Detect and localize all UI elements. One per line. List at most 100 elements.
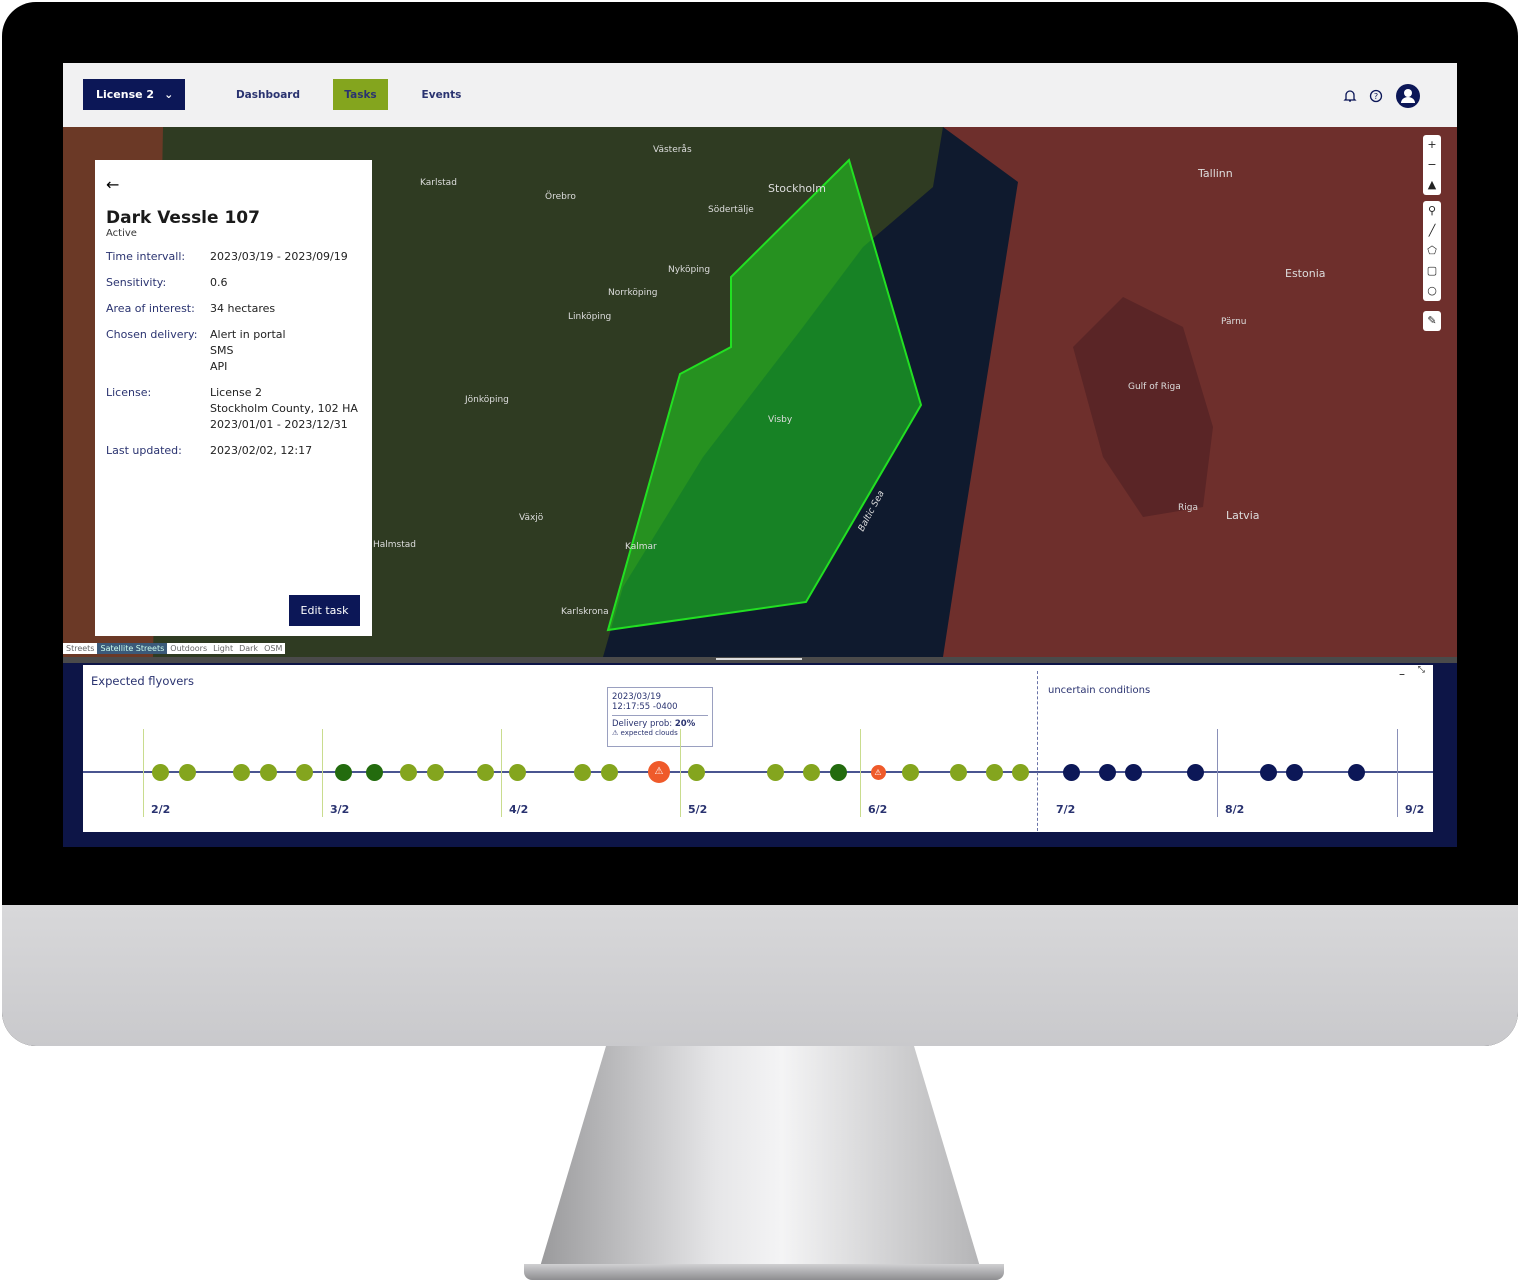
map-style-option[interactable]: Dark [236,643,261,654]
tooltip-time: 12:17:55 -0400 [612,702,678,712]
flyover-best[interactable] [334,764,352,781]
flyover-good[interactable] [232,764,250,781]
map-style-option[interactable]: OSM [261,643,285,654]
uncertain-conditions-label: uncertain conditions [1048,685,1151,696]
license-label: License 2 [96,88,155,101]
map-place-label: Nyköping [668,265,710,275]
flyover-good[interactable] [508,764,526,781]
zoom-controls: + − ▲ [1423,135,1441,195]
rectangle-icon[interactable]: ▢ [1427,261,1437,281]
flyover-uncertain[interactable] [1285,764,1303,781]
flyover-uncertain[interactable] [1347,764,1365,781]
flyover-good[interactable] [802,764,820,781]
detail-label: Last updated: [106,444,182,457]
detail-label: License: [106,386,152,399]
detail-row: Sensitivity: 0.6 [106,275,361,291]
line-icon[interactable]: ╱ [1429,221,1436,241]
monitor-base [524,1264,1004,1280]
timeline-tick-label: 2/2 [151,803,171,816]
flyover-good[interactable] [600,764,618,781]
nav-dashboard[interactable]: Dashboard [228,79,308,110]
marker-icon[interactable]: ⚲ [1428,201,1436,221]
timeline-tick-label: 9/2 [1405,803,1425,816]
flyover-warning[interactable]: ⚠ [870,764,886,780]
tooltip-warning: expected clouds [620,729,678,737]
warning-icon: ⚠ [654,766,664,777]
flyover-good[interactable] [151,764,169,781]
detail-value: 2023/03/19 - 2023/09/19 [210,249,348,265]
flyover-uncertain[interactable] [1098,764,1116,781]
map-place-label: Södertälje [708,205,754,215]
task-title: Dark Vessle 107 [106,208,260,228]
tooltip-prob: 20% [674,719,696,729]
detail-label: Sensitivity: [106,276,167,289]
avatar-icon[interactable] [1395,83,1421,109]
flyover-good[interactable] [1011,764,1029,781]
flyover-uncertain[interactable] [1124,764,1142,781]
bell-icon[interactable] [1343,89,1357,103]
flyover-good[interactable] [687,764,705,781]
zoom-in-icon[interactable]: + [1427,135,1436,155]
edit-icon[interactable]: ✎ [1427,311,1436,331]
flyover-good[interactable] [259,764,277,781]
expand-icon[interactable]: ⤡ [1418,665,1425,675]
timeline-tick-label: 8/2 [1225,803,1245,816]
back-arrow-icon[interactable]: ← [106,175,361,194]
flyover-good[interactable] [295,764,313,781]
flyover-good[interactable] [178,764,196,781]
nav-events[interactable]: Events [413,79,470,110]
flyover-uncertain[interactable] [1186,764,1204,781]
map-place-label: Riga [1178,503,1198,513]
flyover-good[interactable] [766,764,784,781]
flyover-good[interactable] [399,764,417,781]
map-place-label: Karlstad [420,178,457,188]
license-dropdown[interactable]: License 2 ⌄ [83,79,185,110]
top-nav: License 2 ⌄ Dashboard Tasks Events ? [63,63,1457,127]
map-style-option[interactable]: Streets [63,643,97,654]
timeline-tick-label: 3/2 [330,803,350,816]
detail-row: Last updated: 2023/02/02, 12:17 [106,443,361,459]
minimize-icon[interactable]: – [1399,667,1405,681]
detail-value-line: License 2 [210,386,262,399]
draw-tools: ⚲ ╱ ⬠ ▢ ○ [1423,201,1441,301]
flyover-best[interactable] [365,764,383,781]
timeline-title: Expected flyovers [91,674,194,688]
map-place-label: Linköping [568,312,611,322]
flyover-uncertain[interactable] [1259,764,1277,781]
map-place-label: Estonia [1285,267,1326,280]
circle-icon[interactable]: ○ [1427,281,1437,301]
map-style-option[interactable]: Outdoors [167,643,210,654]
flyover-good[interactable] [985,764,1003,781]
monitor-stand [540,1046,980,1267]
map-place-label: Latvia [1226,509,1260,522]
map-style-option[interactable]: Satellite Streets [97,643,168,654]
flyover-good[interactable] [426,764,444,781]
flyover-uncertain[interactable] [1062,764,1080,781]
flyover-good[interactable] [573,764,591,781]
detail-value: License 2 Stockholm County, 102 HA 2023/01… [210,385,358,433]
detail-label: Chosen delivery: [106,328,198,341]
nav-tasks[interactable]: Tasks [333,79,388,110]
flyover-best[interactable] [829,764,847,781]
map-place-label: Kalmar [625,542,657,552]
warning-icon: ⚠ [612,729,619,737]
timeline-gridline [1397,729,1398,817]
flyover-good[interactable] [901,764,919,781]
flyover-good[interactable] [949,764,967,781]
panel-resize-handle[interactable] [63,657,1457,663]
map-place-label: Jönköping [464,395,509,405]
polygon-icon[interactable]: ⬠ [1427,241,1437,261]
zoom-out-icon[interactable]: − [1427,155,1436,175]
flyover-warning[interactable]: ⚠ [648,761,670,783]
detail-value-line: API [210,360,228,373]
map-place-label: Stockholm [768,182,826,195]
map-place-label: Gulf of Riga [1128,382,1181,392]
edit-task-button[interactable]: Edit task [289,595,360,626]
compass-icon[interactable]: ▲ [1428,175,1436,195]
help-icon[interactable]: ? [1369,89,1383,103]
flyover-good[interactable] [476,764,494,781]
task-detail-panel: ← Dark Vessle 107 Active Time intervall:… [95,160,372,636]
map-view[interactable]: Stockholm Västerås Norrköping Linköping Jönk… [63,127,1457,657]
detail-row: Area of interest: 34 hectares [106,301,361,317]
map-style-option[interactable]: Light [210,643,236,654]
